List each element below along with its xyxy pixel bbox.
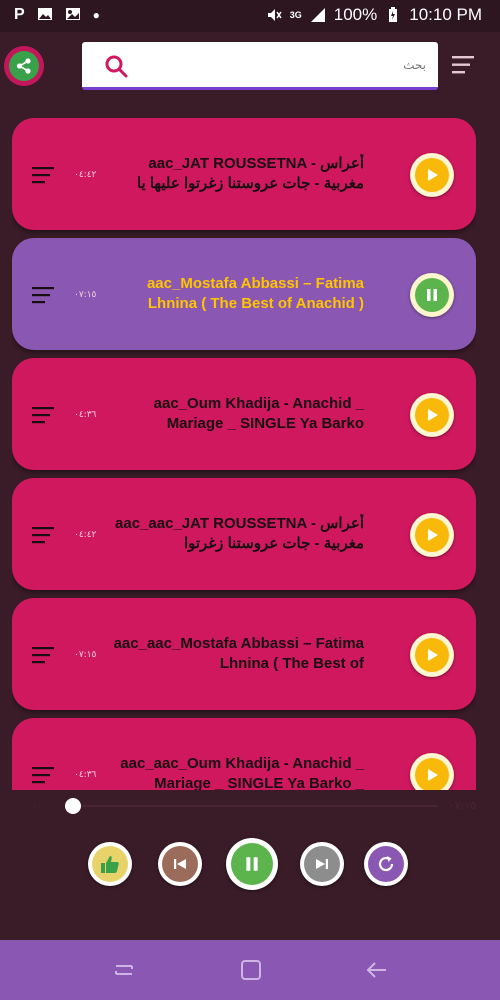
recent-apps-icon[interactable] <box>112 958 136 982</box>
previous-button[interactable] <box>158 842 202 886</box>
track-options-icon[interactable] <box>32 766 56 784</box>
status-right-icons: 3G 100% 10:10 PM <box>266 5 482 25</box>
track-options-icon[interactable] <box>32 286 56 304</box>
status-bar: P ● 3G 100% 10:10 PM <box>0 0 500 32</box>
track-title: aac_Oum Khadija - Anachid _ Mariage _ SI… <box>153 395 364 432</box>
track-title: aac_JAT ROUSSETNA - أعراس مغربية - جات ع… <box>136 155 364 192</box>
track-duration: ٠٧:١٥ <box>74 290 97 300</box>
gallery-icon <box>65 8 80 20</box>
play-icon <box>428 169 438 181</box>
track-duration: ٠٤:٤٢ <box>74 170 97 180</box>
elapsed-time: ٠٠:٠٠ <box>26 799 54 812</box>
track-options-icon[interactable] <box>32 646 56 664</box>
play-icon <box>428 529 438 541</box>
total-time: ٠٧:١٥ <box>448 799 476 812</box>
track-item[interactable]: ٠٤:٤٢ aac_JAT ROUSSETNA - أعراس مغربية -… <box>12 118 476 230</box>
parking-icon: P <box>14 6 25 23</box>
play-button[interactable] <box>410 633 454 677</box>
battery-percent: 100% <box>333 5 378 24</box>
like-button[interactable] <box>88 842 132 886</box>
track-duration: ٠٤:٣٦ <box>74 770 97 780</box>
play-button[interactable] <box>410 513 454 557</box>
play-button[interactable] <box>410 393 454 437</box>
image-icon <box>37 8 52 20</box>
play-icon <box>428 409 438 421</box>
play-button[interactable] <box>410 753 454 790</box>
skip-next-icon <box>316 859 328 869</box>
share-button[interactable] <box>4 46 44 86</box>
home-icon[interactable] <box>239 958 263 982</box>
track-options-icon[interactable] <box>32 526 56 544</box>
track-list[interactable]: ٠٤:٤٢ aac_JAT ROUSSETNA - أعراس مغربية -… <box>12 118 476 790</box>
track-item[interactable]: ٠٤:٣٦ aac_Oum Khadija - Anachid _ Mariag… <box>12 358 476 470</box>
track-duration: ٠٧:١٥ <box>74 650 97 660</box>
pause-icon <box>427 289 437 301</box>
signal-icon <box>310 8 325 22</box>
play-button[interactable] <box>410 153 454 197</box>
player-controls <box>0 838 500 894</box>
repeat-icon <box>378 856 394 872</box>
next-button[interactable] <box>300 842 344 886</box>
track-item[interactable]: ٠٤:٤٢ aac_aac_JAT ROUSSETNA - أعراس مغرب… <box>12 478 476 590</box>
search-input[interactable] <box>142 50 426 80</box>
track-item[interactable]: ٠٤:٣٦ aac_aac_Oum Khadija - Anachid _ Ma… <box>12 718 476 790</box>
skip-previous-icon <box>174 859 186 869</box>
seek-bar[interactable]: ٠٠:٠٠ ٠٧:١٥ <box>0 794 500 818</box>
track-title: aac_aac_Oum Khadija - Anachid _ Mariage … <box>120 755 364 790</box>
play-icon <box>428 769 438 781</box>
battery-icon <box>389 7 398 22</box>
track-item[interactable]: ٠٧:١٥ aac_aac_Mostafa Abbassi – Fatima L… <box>12 598 476 710</box>
track-title: aac_aac_Mostafa Abbassi – Fatima Lhnina … <box>113 635 364 672</box>
back-icon[interactable] <box>365 958 389 982</box>
pause-icon <box>246 857 258 871</box>
play-icon <box>428 649 438 661</box>
track-title: aac_aac_JAT ROUSSETNA - أعراس مغربية - ج… <box>115 515 364 552</box>
status-left-icons: P ● <box>14 6 100 24</box>
sort-menu-icon[interactable] <box>452 54 478 76</box>
track-options-icon[interactable] <box>32 406 56 424</box>
network-label: 3G <box>289 10 302 20</box>
pause-button[interactable] <box>410 273 454 317</box>
repeat-button[interactable] <box>364 842 408 886</box>
track-title: aac_Mostafa Abbassi – Fatima Lhnina ( Th… <box>146 275 364 312</box>
thumbs-up-icon <box>101 856 119 873</box>
search-box[interactable] <box>82 42 438 90</box>
seek-thumb[interactable] <box>65 798 81 814</box>
header <box>0 32 500 102</box>
track-duration: ٠٤:٤٢ <box>74 530 97 540</box>
share-icon <box>16 58 31 74</box>
track-options-icon[interactable] <box>32 166 56 184</box>
track-duration: ٠٤:٣٦ <box>74 410 97 420</box>
clock: 10:10 PM <box>409 5 482 24</box>
main-pause-button[interactable] <box>226 838 278 890</box>
track-item-active[interactable]: ٠٧:١٥ aac_Mostafa Abbassi – Fatima Lhnin… <box>12 238 476 350</box>
mute-icon <box>267 9 282 21</box>
seek-track[interactable] <box>72 805 438 807</box>
system-nav-bar <box>0 940 500 1000</box>
search-icon[interactable] <box>104 54 128 78</box>
dot-icon: ● <box>92 8 100 22</box>
